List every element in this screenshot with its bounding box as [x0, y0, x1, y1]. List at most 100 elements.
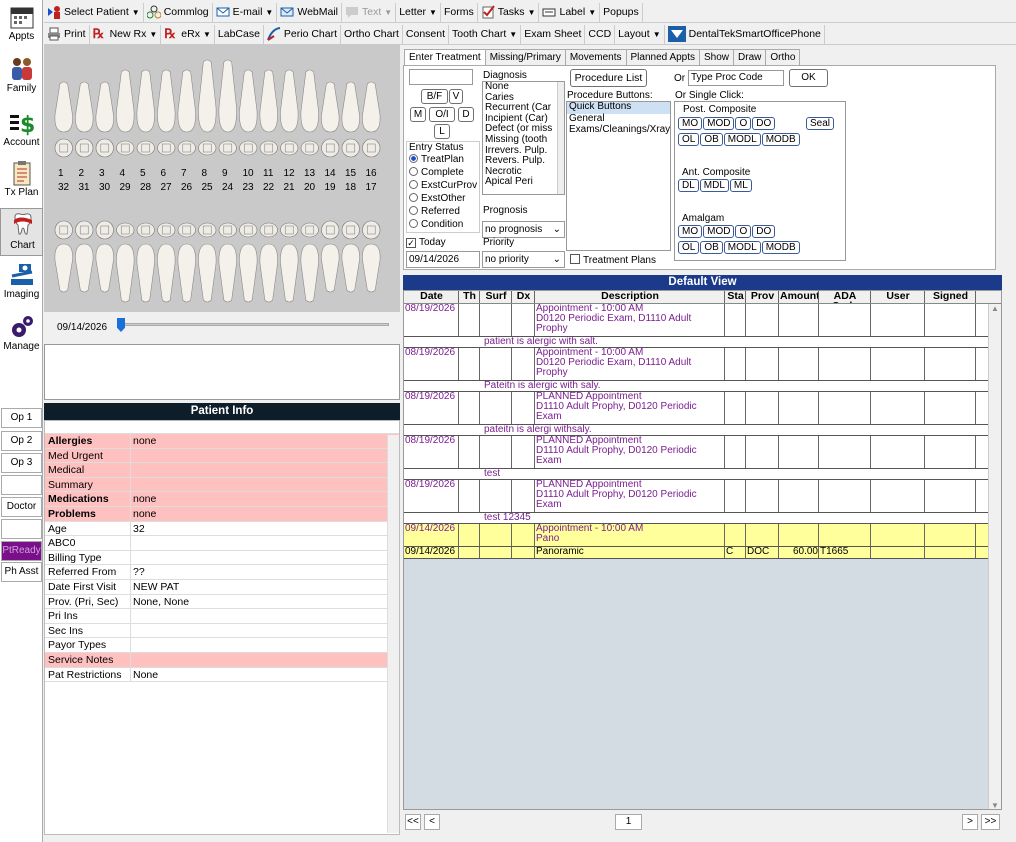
grid-row[interactable]: 08/19/2026 PLANNED Appointment D1110 Adult… [404, 392, 1001, 425]
patient-info-row[interactable]: Sec Ins [45, 623, 399, 639]
today-checkbox[interactable]: ✓ Today [406, 237, 446, 248]
ant-comp-dl[interactable]: DL [678, 179, 699, 192]
lower-tooth-21[interactable] [280, 222, 299, 303]
grid-note-row[interactable]: test 12345 [404, 513, 1001, 524]
prev-page-button[interactable]: < [424, 814, 440, 830]
priority-select[interactable]: no priority ⌄ [482, 251, 565, 268]
grid-row[interactable]: 08/19/2026 Appointment - 10:00 AM D0120 Pe… [404, 348, 1001, 381]
commlog-button[interactable]: Commlog [144, 2, 213, 22]
lower-tooth-20[interactable] [300, 222, 319, 303]
dropdown-arrow-icon[interactable]: ▼ [132, 8, 140, 17]
upper-tooth-5[interactable] [136, 69, 155, 156]
amalgam-o[interactable]: O [735, 225, 752, 238]
tab-missing-primary[interactable]: Missing/Primary [484, 49, 566, 65]
tasks-button[interactable]: Tasks ▼ [478, 2, 540, 22]
amalgam-ol[interactable]: OL [678, 241, 700, 254]
surf-button-d[interactable]: D [458, 107, 474, 122]
surf-button-bf[interactable]: B/F [421, 89, 448, 104]
grid-column-header[interactable]: Date [404, 291, 459, 303]
lower-tooth-28[interactable] [136, 222, 155, 303]
label-button[interactable]: Label ▼ [539, 2, 601, 22]
layout-button[interactable]: Layout ▼ [615, 24, 665, 44]
page-number[interactable]: 1 [615, 814, 642, 830]
grid-row[interactable]: 08/19/2026 Appointment - 10:00 AM D0120 Pe… [404, 304, 1001, 337]
diagnosis-list[interactable]: None Caries Recurrent (Car Incipient (Car) D… [482, 81, 565, 195]
patient-info-row[interactable]: Medications none [45, 492, 399, 507]
forms-button[interactable]: Forms [441, 2, 478, 22]
ccd-button[interactable]: CCD [585, 24, 616, 44]
perio-chart-button[interactable]: Perio Chart [264, 24, 342, 44]
diagnosis-item[interactable]: Apical Peri [483, 177, 564, 188]
patient-info-row[interactable]: Medical [45, 463, 399, 478]
patient-info-row[interactable]: Summary [45, 477, 399, 493]
tab-show[interactable]: Show [699, 49, 735, 65]
grid-column-header[interactable]: User [871, 291, 925, 303]
post-comp-ob[interactable]: OB [700, 133, 723, 146]
dropdown-arrow-icon[interactable]: ▼ [588, 8, 596, 17]
procedure-list-button[interactable]: Procedure List [570, 69, 647, 87]
popups-button[interactable]: Popups [600, 2, 643, 22]
patient-info-row[interactable]: Billing Type [45, 550, 399, 566]
grid-column-header[interactable]: Dx [512, 291, 535, 303]
ortho-chart-button[interactable]: Ortho Chart [341, 24, 403, 44]
date-slider-thumb[interactable] [117, 318, 125, 332]
grid-note-row[interactable]: pateitn is alergi withsaly. [404, 425, 1001, 436]
status-radio-exstcurprov[interactable]: ExstCurProv [409, 180, 477, 193]
module-imaging[interactable]: Imaging [0, 260, 43, 300]
upper-tooth-2[interactable] [75, 81, 94, 158]
ant-comp-mdl[interactable]: MDL [699, 179, 729, 192]
grid-scrollbar[interactable]: ▲ ▼ [988, 304, 1001, 809]
tab-enter-treatment[interactable]: Enter Treatment [404, 49, 486, 66]
upper-tooth-11[interactable] [259, 69, 278, 156]
lower-tooth-17[interactable] [362, 220, 381, 293]
email-button[interactable]: E-mail ▼ [213, 2, 278, 22]
grid-row[interactable]: 08/19/2026 PLANNED Appointment D1110 Adult… [404, 436, 1001, 469]
upper-tooth-10[interactable] [239, 69, 258, 156]
proc-code-input[interactable]: Type Proc Code [688, 70, 784, 86]
patient-info-row[interactable]: Med Urgent [45, 448, 399, 464]
grid-column-header[interactable]: Sta [725, 291, 746, 303]
patient-info-row[interactable]: Pri Ins [45, 609, 399, 624]
upper-tooth-9[interactable] [218, 59, 237, 156]
upper-tooth-6[interactable] [157, 69, 176, 156]
upper-tooth-4[interactable] [116, 69, 135, 156]
proc-category-general[interactable]: General [567, 114, 670, 125]
prognosis-select[interactable]: no prognosis ⌄ [482, 221, 565, 238]
surf-button-l[interactable]: L [434, 124, 450, 139]
grid-column-header[interactable]: Signed [925, 291, 976, 303]
op-button-blank-2[interactable] [1, 519, 42, 539]
grid-column-header[interactable]: Surf [480, 291, 512, 303]
upper-tooth-12[interactable] [280, 69, 299, 156]
consent-button[interactable]: Consent [403, 24, 449, 44]
status-radio-referred[interactable]: Referred [409, 206, 477, 219]
tooth-chart-button[interactable]: Tooth Chart ▼ [449, 24, 522, 44]
amalgam-ob[interactable]: OB [700, 241, 723, 254]
lower-tooth-26[interactable] [177, 222, 196, 303]
surf-button-v[interactable]: V [449, 89, 463, 104]
patient-info-row[interactable]: Pat Restrictions None [45, 667, 399, 683]
op-button-phasst[interactable]: Ph Asst [1, 562, 42, 582]
lower-tooth-32[interactable] [54, 220, 73, 293]
upper-tooth-1[interactable] [54, 81, 73, 158]
upper-tooth-3[interactable] [95, 81, 114, 158]
seal-button[interactable]: Seal [806, 117, 835, 130]
op-button-1[interactable]: Op 1 [1, 408, 42, 428]
amalgam-do[interactable]: DO [752, 225, 776, 238]
status-radio-exstother[interactable]: ExstOther [409, 193, 477, 206]
scroll-down-icon[interactable]: ▼ [989, 801, 1001, 809]
upper-tooth-15[interactable] [341, 81, 360, 158]
post-comp-mod[interactable]: MOD [703, 117, 735, 130]
grid-column-header[interactable]: Amount [779, 291, 819, 303]
op-button-ptready[interactable]: PtReady [1, 541, 42, 561]
last-page-button[interactable]: >> [981, 814, 1000, 830]
erx-button[interactable]: ℞ eRx ▼ [161, 24, 215, 44]
ok-button[interactable]: OK [789, 69, 828, 87]
proc-category-list[interactable]: Quick Buttons General Exams/Cleanings/Xr… [566, 101, 671, 251]
module-appts[interactable]: Appts [0, 2, 43, 42]
patient-info-row[interactable]: Allergies none [45, 434, 399, 449]
dropdown-arrow-icon[interactable]: ▼ [528, 8, 536, 17]
post-comp-modb[interactable]: MODB [761, 133, 800, 146]
patient-info-row[interactable]: Prov. (Pri, Sec) None, None [45, 594, 399, 610]
patient-info-row[interactable]: Service Notes [45, 652, 399, 668]
status-radio-complete[interactable]: Complete [409, 167, 477, 180]
